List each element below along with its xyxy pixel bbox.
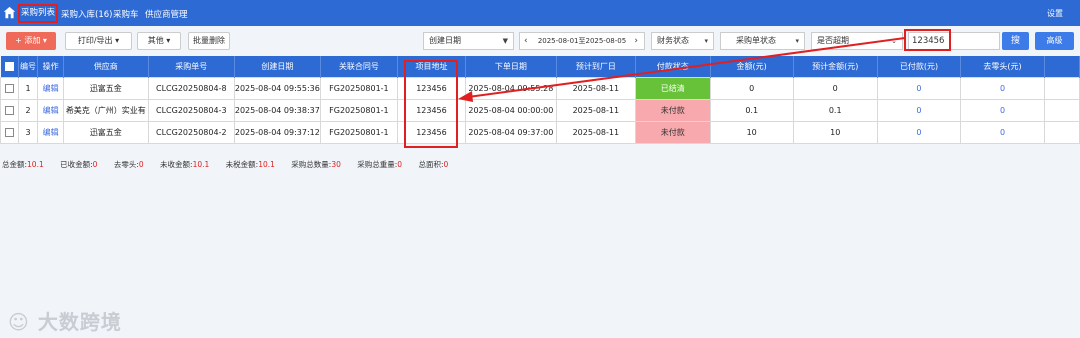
annotation-arrow xyxy=(458,37,906,102)
logo-icon: ☺ xyxy=(8,310,30,334)
watermark-logo: ☺ 大数跨境 xyxy=(8,310,122,334)
